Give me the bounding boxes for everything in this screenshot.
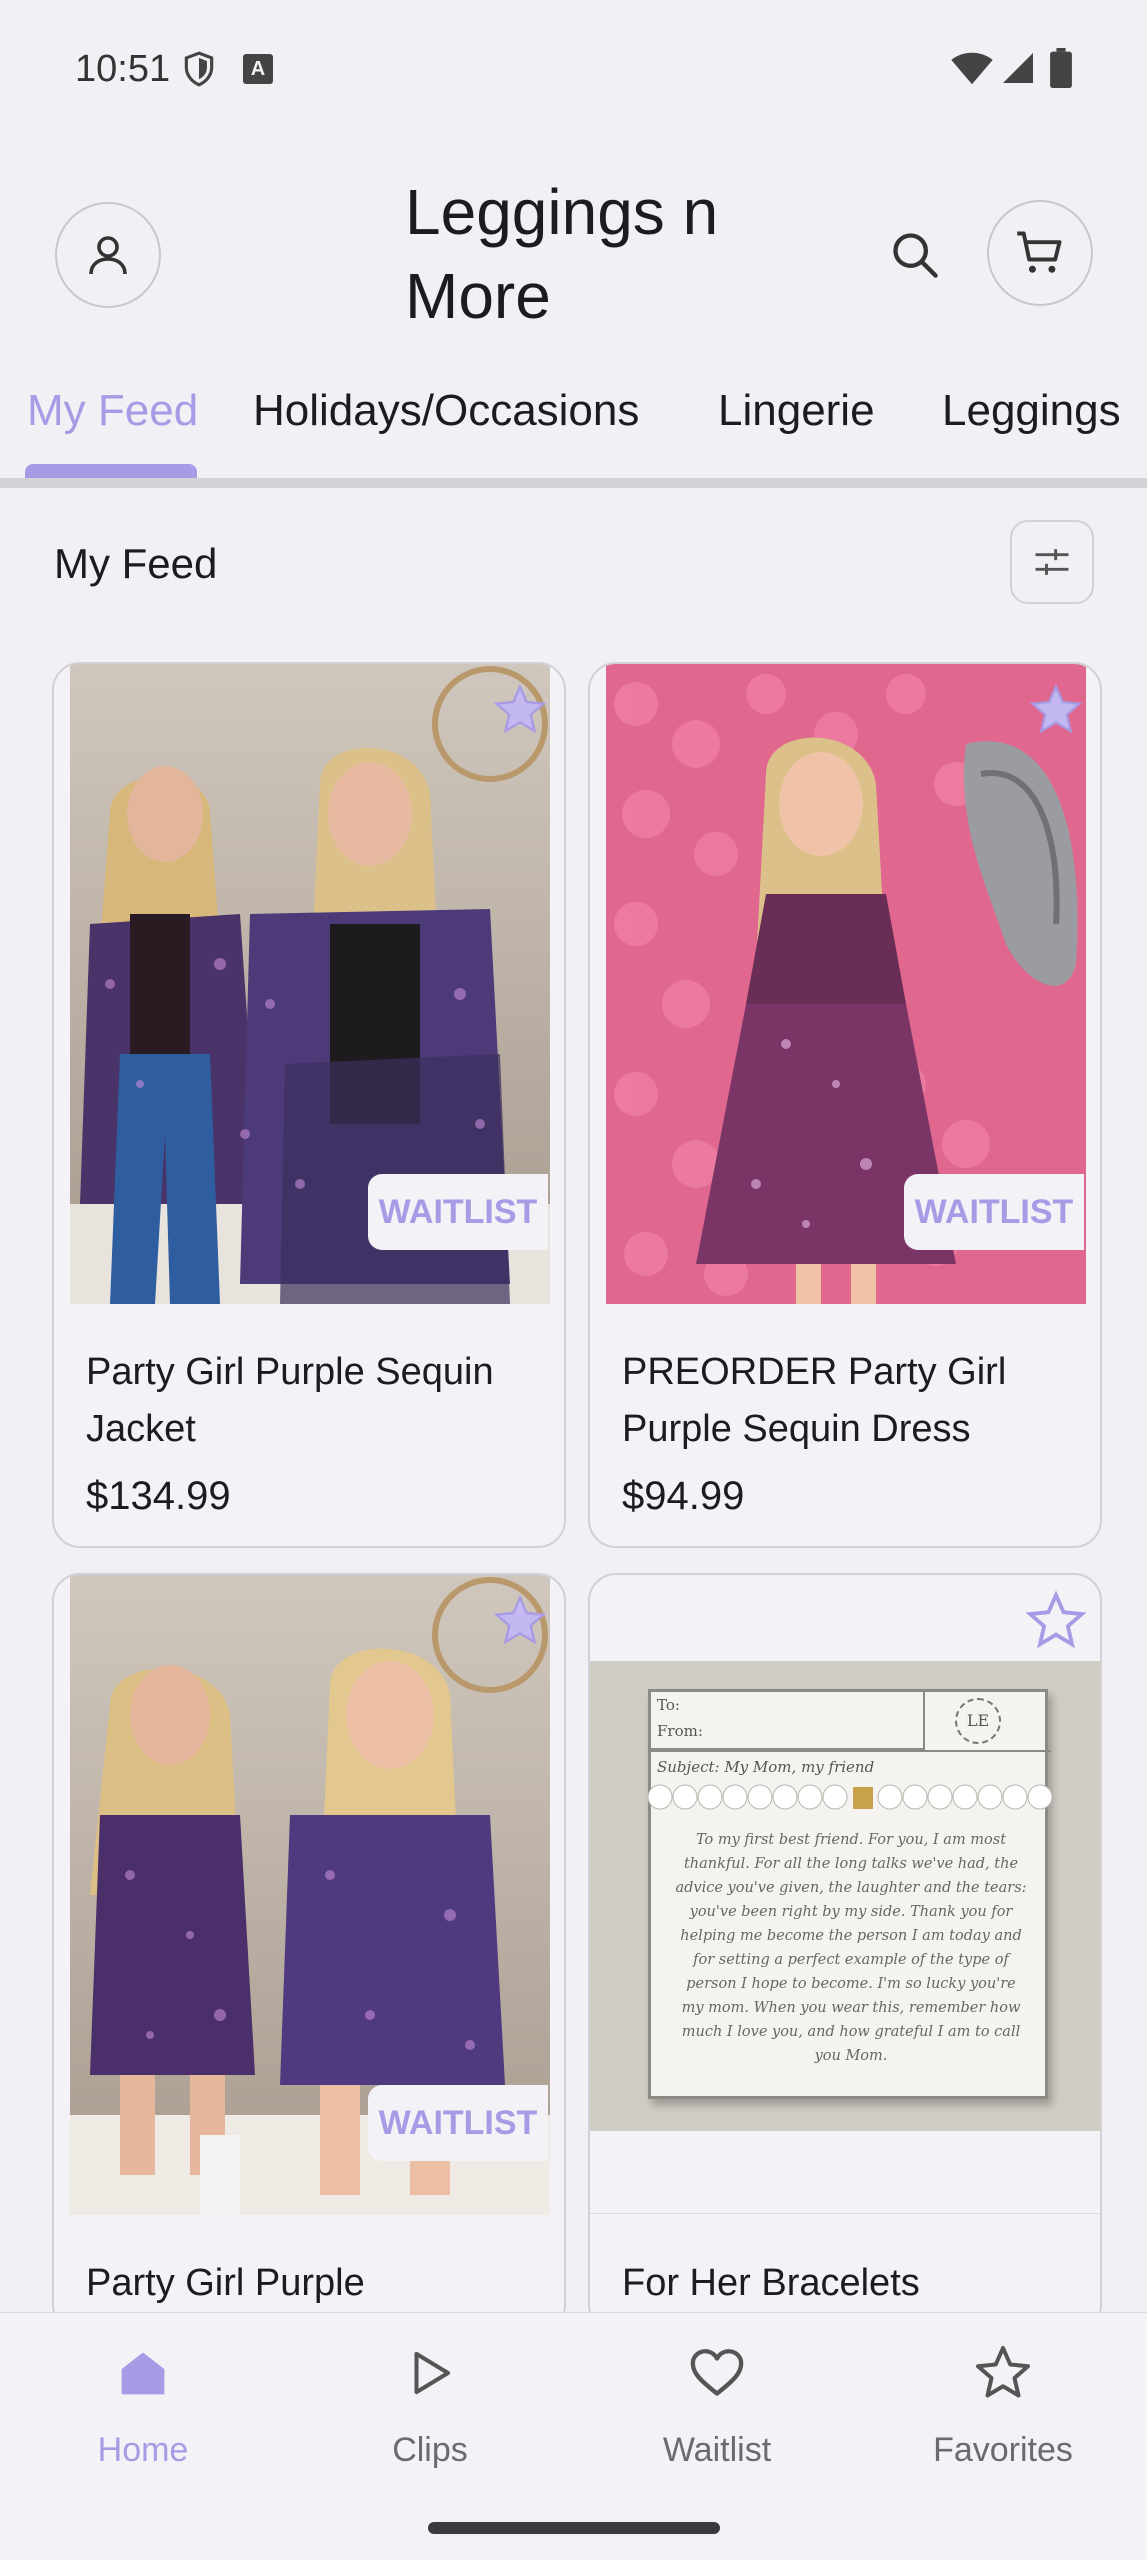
category-tabs: My Feed Holidays/Occasions Lingerie Legg… — [0, 370, 1147, 490]
profile-button[interactable] — [55, 202, 161, 308]
product-name: Party Girl Purple Sequin Jacket — [86, 1351, 494, 1450]
nav-label: Home — [97, 2431, 189, 2469]
nav-waitlist[interactable]: Waitlist — [607, 2343, 827, 2503]
brand-logo: LE — [955, 1698, 1001, 1744]
tabs-divider — [0, 478, 1147, 488]
nav-favorites[interactable]: Favorites — [893, 2343, 1113, 2503]
nav-label: Waitlist — [662, 2431, 772, 2469]
nav-label: Clips — [392, 2431, 468, 2469]
tab-leggings[interactable]: Leggings — [942, 386, 1121, 436]
tab-my-feed[interactable]: My Feed — [27, 386, 198, 436]
product-name: PREORDER Party Girl Purple Sequin Dress — [622, 1351, 1007, 1450]
product-image[interactable]: To: From: LE Subject: My Mom, my friend — [590, 1661, 1100, 2131]
status-bar: 10:51 A — [0, 0, 1147, 140]
shield-icon — [184, 51, 214, 87]
favorite-star-button[interactable] — [1024, 1589, 1088, 1653]
filter-button[interactable] — [1010, 520, 1094, 604]
favorite-star-button[interactable] — [488, 1589, 552, 1653]
nav-clips[interactable]: Clips — [320, 2343, 540, 2503]
cart-icon — [1017, 231, 1062, 273]
nav-label: Favorites — [933, 2431, 1073, 2469]
star-icon — [493, 1594, 547, 1645]
star-icon — [1029, 683, 1083, 734]
cart-button[interactable] — [987, 200, 1093, 306]
star-icon — [973, 2343, 1033, 2403]
product-card[interactable]: WAITLIST Party Girl Purple Sequin Jacket… — [52, 662, 566, 1548]
store-title: Leggings n More — [405, 176, 719, 332]
gesture-handle[interactable] — [428, 2522, 720, 2534]
waitlist-badge[interactable]: WAITLIST — [368, 2085, 548, 2161]
favorite-star-button[interactable] — [1024, 678, 1088, 742]
waitlist-badge[interactable]: WAITLIST — [368, 1174, 548, 1250]
app-header: Leggings n More — [0, 170, 1147, 360]
search-icon — [893, 233, 938, 278]
note-to-label: To: — [657, 1696, 680, 1714]
product-price: $94.99 — [622, 1474, 745, 1518]
home-icon — [113, 2343, 173, 2403]
gift-card-note: To: From: LE Subject: My Mom, my friend — [647, 1689, 1053, 2099]
star-icon — [493, 683, 547, 734]
accessibility-icon: A — [243, 54, 273, 84]
tab-holidays-occasions[interactable]: Holidays/Occasions — [253, 386, 639, 436]
tab-lingerie[interactable]: Lingerie — [718, 386, 875, 436]
product-card[interactable]: WAITLIST Party Girl Purple — [52, 1573, 566, 2333]
product-card[interactable]: WAITLIST PREORDER Party Girl Purple Sequ… — [588, 662, 1102, 1548]
battery-icon — [1050, 48, 1072, 88]
note-message: To my first best friend. For you, I am m… — [675, 1832, 1027, 2064]
note-subject: Subject: My Mom, my friend — [657, 1758, 875, 1776]
star-outline-icon — [1025, 1590, 1087, 1649]
sliders-icon — [1035, 549, 1069, 575]
nav-home[interactable]: Home — [33, 2343, 253, 2503]
heart-icon — [687, 2343, 747, 2403]
status-time: 10:51 — [75, 48, 171, 90]
play-icon — [400, 2343, 460, 2403]
product-card[interactable]: To: From: LE Subject: My Mom, my friend — [588, 1573, 1102, 2333]
pearl-bracelet — [645, 1782, 1055, 1812]
product-name: Party Girl Purple — [86, 2262, 365, 2304]
waitlist-badge[interactable]: WAITLIST — [904, 1174, 1084, 1250]
product-name: For Her Bracelets — [622, 2262, 920, 2304]
wifi-icon — [951, 52, 993, 85]
note-from-label: From: — [657, 1722, 703, 1740]
favorite-star-button[interactable] — [488, 678, 552, 742]
product-price: $134.99 — [86, 1474, 231, 1518]
cell-signal-icon — [1003, 53, 1033, 83]
search-button[interactable] — [880, 220, 950, 290]
feed-title: My Feed — [54, 540, 218, 587]
person-icon — [89, 236, 127, 275]
